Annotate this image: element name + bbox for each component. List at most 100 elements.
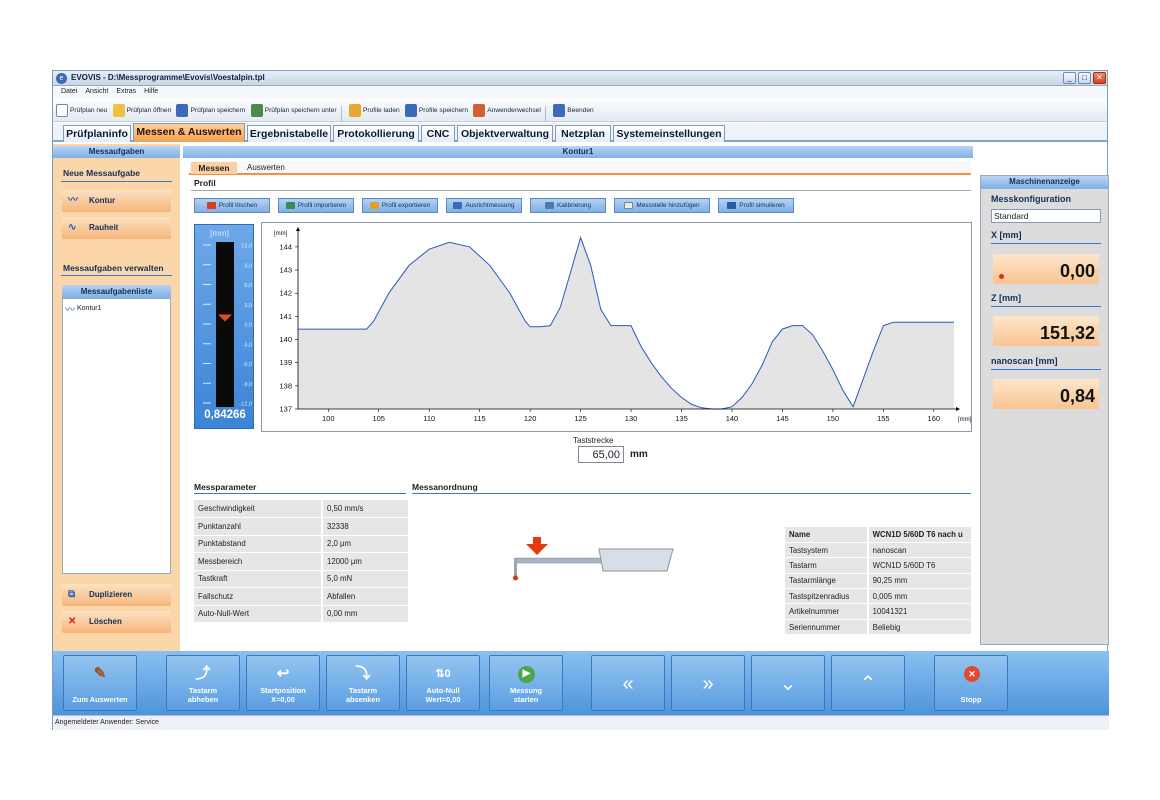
status-dot-icon (999, 274, 1004, 279)
list-item[interactable]: 〰 Kontur1 (65, 301, 168, 316)
move-down-button[interactable]: ⌄ (751, 655, 825, 711)
x-tick-label: 160 (928, 414, 941, 423)
stop-button[interactable]: ✕ Stopp (934, 655, 1008, 711)
import-profile-button[interactable]: Profil importieren (278, 198, 354, 213)
lower-arm-button[interactable]: ⤵ Tastarm absenken (326, 655, 400, 711)
export-icon (369, 201, 379, 209)
return-icon: ↩ (276, 665, 290, 682)
probe-arrangement-diagram (513, 537, 674, 581)
user-switch-button[interactable]: Anwenderwechsel (473, 98, 541, 122)
tab-netzplan[interactable]: Netzplan (555, 125, 611, 142)
lift-arm-button[interactable]: ⤴ Tastarm abheben (166, 655, 240, 711)
param-value: 0,00 mm (321, 605, 408, 623)
move-right-button[interactable]: » (671, 655, 745, 711)
menu-ansicht[interactable]: Ansicht (85, 86, 108, 98)
x-value: 0,00 (993, 254, 1099, 284)
lower-arm-icon: ⤵ (355, 665, 371, 682)
save-plan-as-button[interactable]: Prüfplan speichern unter (250, 98, 337, 122)
info-row: Tastarm WCN1D 5/60D T6 (785, 557, 971, 574)
info-value: nanoscan (866, 542, 971, 559)
z-value: 151,32 (993, 316, 1099, 346)
config-label: Messkonfiguration (991, 194, 1072, 204)
calibration-button[interactable]: Kalibrierung (530, 198, 606, 213)
info-value: 10041321 (866, 603, 971, 620)
menu-extras[interactable]: Extras (116, 86, 136, 98)
new-plan-button[interactable]: Prüfplan neu (56, 98, 107, 122)
info-name: Tastsystem (785, 542, 868, 559)
save-plan-button[interactable]: Prüfplan speichern (176, 98, 245, 122)
gauge-pointer (218, 314, 232, 322)
load-profiles-button[interactable]: Profile laden (349, 98, 400, 122)
config-select[interactable]: Standard (991, 209, 1101, 223)
y-tick-label: 137 (279, 405, 292, 414)
info-name: Name (785, 527, 868, 543)
simulate-profile-button[interactable]: Profil simulieren (718, 198, 794, 213)
probe-tip (513, 575, 518, 581)
status-bar: Angemeldeter Anwender: Service (53, 715, 1109, 730)
menu-datei[interactable]: Datei (61, 86, 77, 98)
y-tick-label: 143 (279, 266, 292, 275)
subtab-auswerten[interactable]: Auswerten (247, 162, 285, 174)
lift-arm-icon: ⤴ (195, 665, 211, 682)
info-name: Tastarm (785, 557, 868, 574)
close-button[interactable]: ✕ (1093, 72, 1106, 84)
left-header: Messaufgaben (53, 146, 180, 158)
tab-objektverwaltung[interactable]: Objektverwaltung (457, 125, 553, 142)
profile-area (298, 237, 954, 409)
delete-icon (206, 201, 216, 209)
y-tick-label: 139 (279, 358, 292, 367)
tab-messen-auswerten[interactable]: Messen & Auswerten (133, 123, 245, 142)
start-position-button[interactable]: ↩ Startposition X=0,00 (246, 655, 320, 711)
duplicate-button[interactable]: ⧉ Duplizieren (62, 584, 171, 606)
tab-protokollierung[interactable]: Protokollierung (333, 125, 419, 142)
taststrecke-unit: mm (630, 449, 648, 460)
auto-null-icon: ⇅0 (435, 668, 451, 680)
param-row: Geschwindigkeit 0,50 mm/s (194, 500, 408, 518)
param-value: 0,50 mm/s (321, 500, 408, 518)
tab-cnc[interactable]: CNC (421, 125, 455, 142)
move-up-button[interactable]: ⌃ (831, 655, 905, 711)
gauge-tick-label: 6,0 (244, 283, 252, 289)
info-row: Tastsystem nanoscan (785, 542, 971, 559)
gauge-tick-label: 3,0 (244, 303, 252, 309)
tab-ergebnistabelle[interactable]: Ergebnistabelle (247, 125, 331, 142)
minimize-button[interactable]: _ (1063, 72, 1076, 84)
center-header: Kontur1 (183, 146, 973, 158)
info-row: Artikelnummer 10041321 (785, 603, 971, 620)
taststrecke-input[interactable]: 65,00 (578, 446, 624, 463)
alignment-button[interactable]: Ausrichtmessung (446, 198, 522, 213)
exit-button[interactable]: Beenden (553, 98, 594, 122)
open-plan-button[interactable]: Prüfplan öffnen (112, 98, 171, 122)
move-left-button[interactable]: « (591, 655, 665, 711)
export-profile-button[interactable]: Profil exportieren (362, 198, 438, 213)
tab-systemeinstellungen[interactable]: Systemeinstellungen (613, 125, 725, 142)
delete-profile-button[interactable]: Profil löschen (194, 198, 270, 213)
info-value: WCN1D 5/60D T6 nach u (866, 527, 971, 543)
subtab-messen[interactable]: Messen (191, 162, 237, 174)
params-title: Messparameter (194, 482, 257, 492)
pencil-icon: ✎ (93, 665, 107, 682)
users-icon (473, 103, 486, 117)
save-as-icon (250, 103, 263, 117)
kontur-button[interactable]: 〰 Kontur (62, 190, 171, 212)
delete-button[interactable]: ✕ Löschen (62, 611, 171, 633)
save-profiles-button[interactable]: Profile speichern (404, 98, 468, 122)
y-tick-label: 138 (279, 381, 292, 390)
double-up-icon: ⌃ (859, 673, 877, 695)
param-value: 12000 µm (321, 552, 408, 571)
double-down-icon: ⌄ (779, 673, 797, 695)
start-measurement-button[interactable]: ▶ Messung starten (489, 655, 563, 711)
maximize-button[interactable]: □ (1078, 72, 1091, 84)
nanoscan-label: nanoscan [mm] (991, 356, 1058, 366)
x-tick-label: 155 (877, 414, 890, 423)
probe-info-table: Name WCN1D 5/60D T6 nach u Tastsystem nanos… (785, 527, 971, 636)
tab-pruefplaninfo[interactable]: Prüfplaninfo (63, 125, 131, 142)
menu-hilfe[interactable]: Hilfe (144, 86, 158, 98)
gauge-tick-label: -3,0 (243, 342, 252, 348)
rauheit-button[interactable]: ∿ Rauheit (62, 217, 171, 239)
to-evaluation-button[interactable]: ✎ Zum Auswerten (63, 655, 137, 711)
x-tick-label: 120 (524, 414, 537, 423)
auto-null-button[interactable]: ⇅0 Auto-Null Wert=0,00 (406, 655, 480, 711)
add-measurement-point-button[interactable]: Messstelle hinzufügen (614, 198, 710, 213)
machine-header: Maschinenanzeige (981, 176, 1108, 189)
